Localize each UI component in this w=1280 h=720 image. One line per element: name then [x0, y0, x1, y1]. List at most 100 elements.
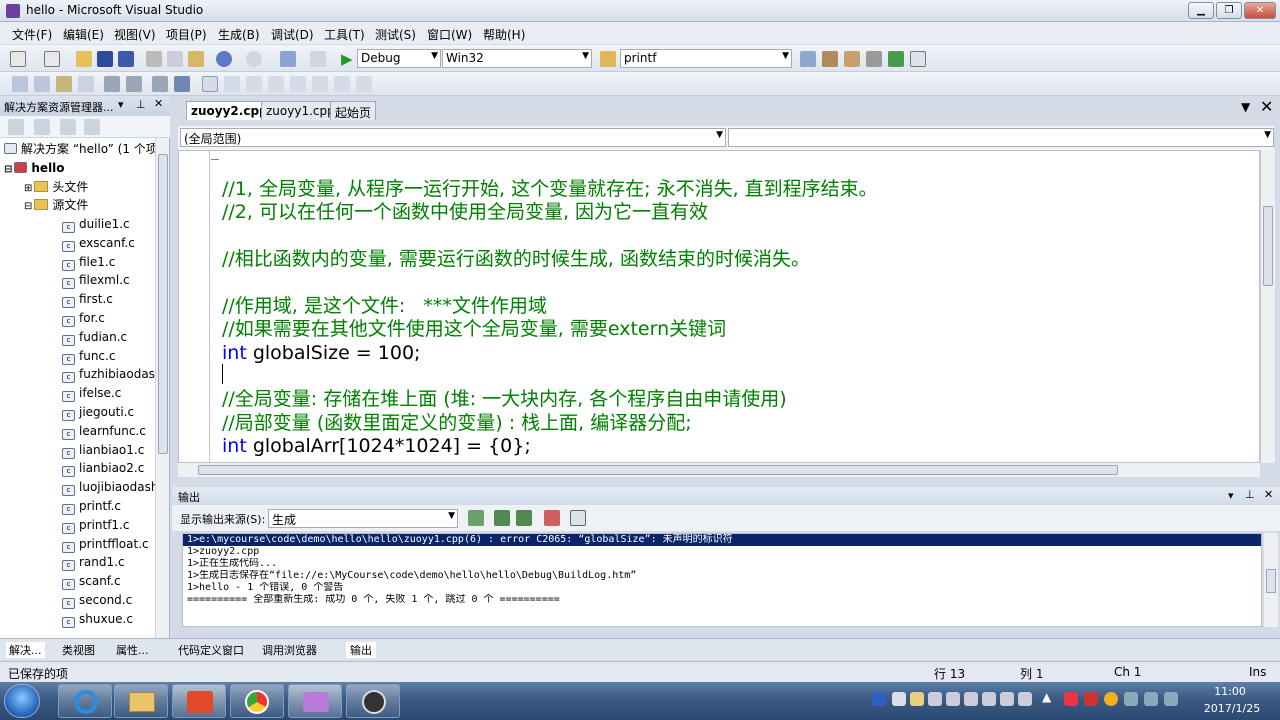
menu-debug[interactable]: 调试(D): [271, 26, 314, 43]
properties-icon[interactable]: [8, 119, 24, 135]
close-document-icon[interactable]: ✕: [1260, 97, 1273, 116]
member-select[interactable]: ▼: [728, 128, 1274, 147]
member-list-icon[interactable]: [12, 76, 28, 92]
solution-explorer-icon[interactable]: [800, 51, 816, 67]
add-item-icon[interactable]: [44, 51, 60, 67]
folder-sources[interactable]: ⊟ 源文件: [24, 196, 88, 214]
ime-keyboard-icon[interactable]: [946, 692, 960, 706]
tab-solution-explorer[interactable]: 解决...: [6, 642, 45, 658]
clear-all-icon[interactable]: [544, 510, 560, 526]
object-browser-icon[interactable]: [844, 51, 860, 67]
source-file-item[interactable]: c filexml.c: [62, 271, 130, 290]
tab-zuoyy1[interactable]: zuoyy1.cpp: [261, 101, 340, 120]
parameter-info-icon[interactable]: [34, 76, 50, 92]
source-file-item[interactable]: c lianbiao1.c: [62, 441, 144, 459]
next-bookmark-icon[interactable]: [246, 76, 262, 92]
ime-chinese-icon[interactable]: [892, 692, 906, 706]
project-node[interactable]: ⊟ hello: [4, 159, 65, 177]
prev-bookmark-folder-icon[interactable]: [268, 76, 284, 92]
output-source-select[interactable]: 生成 ▼: [268, 509, 458, 528]
scrollbar-thumb[interactable]: [198, 465, 1118, 475]
taskbar-obs-button[interactable]: [346, 684, 400, 718]
menu-edit[interactable]: 编辑(E): [63, 26, 104, 43]
close-panel-icon[interactable]: ✕: [1264, 488, 1273, 501]
menu-view[interactable]: 视图(V): [114, 26, 156, 43]
menu-project[interactable]: 项目(P): [166, 26, 207, 43]
taskbar-ie-button[interactable]: [58, 684, 112, 718]
tab-start-page[interactable]: 起始页: [330, 101, 377, 120]
properties-icon[interactable]: [822, 51, 838, 67]
source-file-item[interactable]: c printffloat.c: [62, 535, 149, 553]
flag-icon[interactable]: [1144, 692, 1158, 706]
ime-menu-icon[interactable]: [964, 692, 978, 706]
next-bookmark-folder-icon[interactable]: [290, 76, 306, 92]
menu-window[interactable]: 窗口(W): [427, 26, 472, 43]
refresh-icon[interactable]: [60, 119, 76, 135]
solution-node[interactable]: 解决方案 “hello” (1 个项: [4, 140, 158, 158]
start-debug-icon[interactable]: ▶: [341, 50, 353, 68]
source-file-item[interactable]: c learnfunc.c: [62, 422, 146, 440]
editor-vertical-scrollbar[interactable]: [1260, 150, 1275, 463]
tray-app-icon[interactable]: [1064, 692, 1078, 706]
toolbox-icon[interactable]: [866, 51, 882, 67]
bookmark-icon[interactable]: [202, 76, 218, 92]
close-panel-icon[interactable]: ✕: [154, 97, 163, 110]
code-editor[interactable]: //1, 全局变量, 从程序一运行开始, 这个变量就存在; 永不消失, 直到程序…: [178, 150, 1260, 463]
output-line-selected[interactable]: 1>e:\mycourse\code\demo\hello\hello\zuoy…: [183, 534, 1261, 546]
network-icon[interactable]: [1124, 692, 1138, 706]
menu-tools[interactable]: 工具(T): [324, 26, 365, 43]
config-select[interactable]: Debug ▼: [357, 49, 441, 68]
ime-settings-icon[interactable]: [982, 692, 996, 706]
tray-record-icon[interactable]: [1084, 692, 1098, 706]
source-file-item[interactable]: c printf1.c: [62, 516, 129, 534]
prev-message-icon[interactable]: [494, 510, 510, 526]
close-window-button[interactable]: ✕: [1244, 2, 1276, 19]
tab-output[interactable]: 输出: [346, 642, 376, 658]
clock-time[interactable]: 11:00: [1200, 685, 1260, 698]
ime-moon-icon[interactable]: [910, 692, 924, 706]
comment-icon[interactable]: [152, 76, 168, 92]
solution-scrollbar[interactable]: [155, 138, 169, 638]
find-combo[interactable]: printf ▼: [620, 49, 792, 68]
class-view-icon[interactable]: [84, 119, 100, 135]
goto-error-icon[interactable]: [468, 510, 484, 526]
source-file-item[interactable]: c jiegouti.c: [62, 403, 134, 421]
tab-code-definition[interactable]: 代码定义窗口: [178, 642, 244, 658]
ime-skin-icon[interactable]: [1000, 692, 1014, 706]
word-wrap-icon[interactable]: [570, 510, 586, 526]
source-file-item[interactable]: c ifelse.c: [62, 384, 121, 403]
maximize-button[interactable]: ❐: [1216, 2, 1242, 19]
collapse-icon[interactable]: ⊟: [4, 164, 12, 175]
dropdown-icon[interactable]: ▾: [118, 98, 124, 111]
tray-update-icon[interactable]: [1104, 692, 1118, 706]
source-file-item[interactable]: c duilie1.c: [62, 215, 130, 233]
menu-file[interactable]: 文件(F): [12, 26, 52, 43]
taskbar-explorer-button[interactable]: [114, 684, 168, 718]
output-scrollbar[interactable]: [1264, 533, 1278, 627]
new-project-icon[interactable]: [10, 51, 26, 67]
complete-word-icon[interactable]: [78, 76, 94, 92]
source-file-item[interactable]: c lianbiao2.c: [62, 459, 144, 478]
show-hidden-icons[interactable]: ▲: [1042, 690, 1051, 704]
menu-help[interactable]: 帮助(H): [483, 26, 525, 43]
source-file-item[interactable]: c file1.c: [62, 253, 115, 271]
menu-test[interactable]: 测试(S): [375, 26, 416, 43]
ime-punct-icon[interactable]: [928, 692, 942, 706]
copy-icon[interactable]: [167, 51, 183, 67]
uncomment-icon[interactable]: [174, 76, 190, 92]
folder-headers[interactable]: ⊞ 头文件: [24, 178, 88, 196]
prev-bookmark-icon[interactable]: [224, 76, 240, 92]
taskbar-app-button[interactable]: [172, 684, 226, 718]
save-all-icon[interactable]: [118, 51, 134, 67]
outdent-icon[interactable]: [104, 76, 120, 92]
output-text[interactable]: 1>e:\mycourse\code\demo\hello\hello\zuoy…: [182, 533, 1262, 627]
source-file-item[interactable]: c printf.c: [62, 497, 121, 515]
undo-icon[interactable]: [216, 51, 232, 67]
start-page-icon[interactable]: [888, 51, 904, 67]
quick-info-icon[interactable]: [56, 76, 72, 92]
find-in-files-icon[interactable]: [600, 51, 616, 67]
scope-select[interactable]: (全局范围) ▼: [180, 128, 726, 147]
active-files-icon[interactable]: ▼: [1241, 100, 1250, 114]
source-file-item[interactable]: c first.c: [62, 290, 113, 309]
paste-icon[interactable]: [188, 51, 204, 67]
